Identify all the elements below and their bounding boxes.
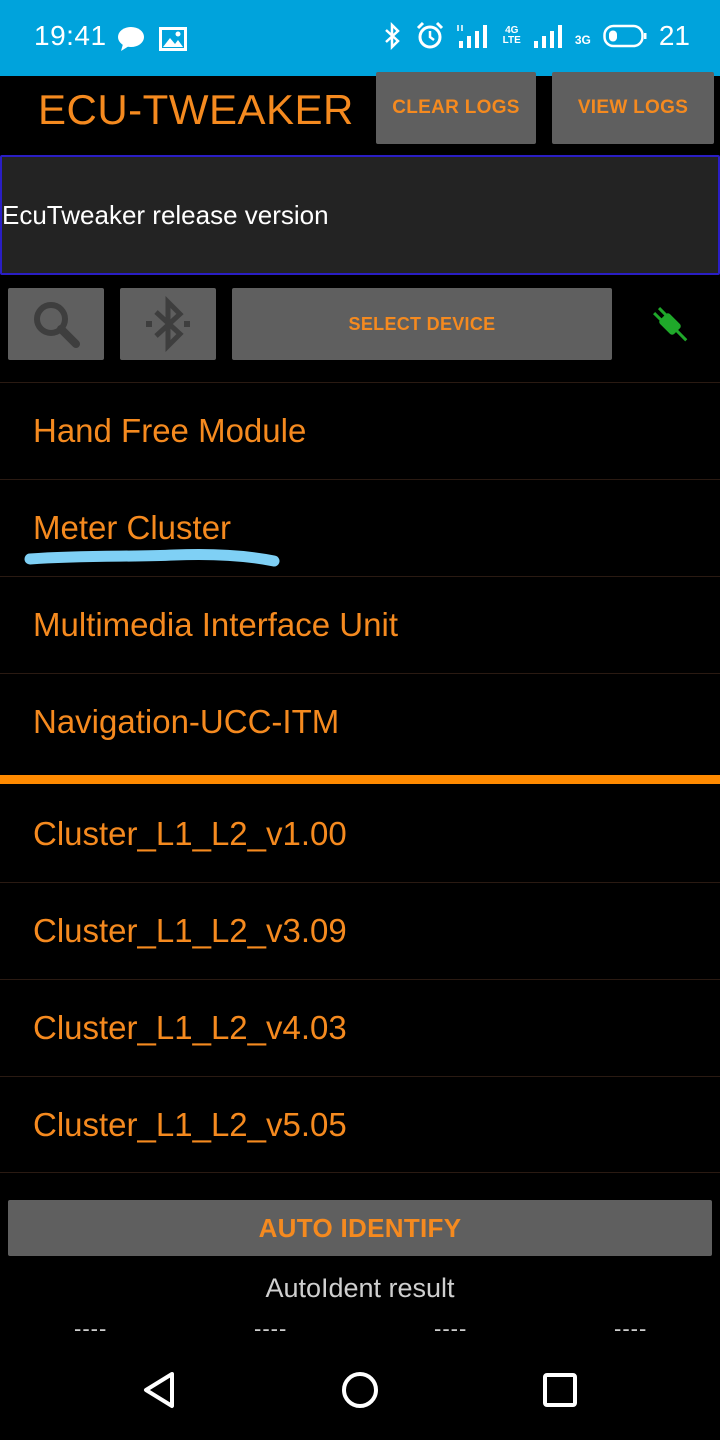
autoident-value: ---- bbox=[434, 1316, 468, 1341]
navigation-bar bbox=[0, 1340, 720, 1440]
recents-icon[interactable] bbox=[532, 1362, 588, 1418]
status-bar: 19:41 4G LTE 3G 21 bbox=[0, 0, 720, 76]
list-item[interactable]: Cluster_L1_L2_v5.05 bbox=[0, 1076, 720, 1173]
system-icons: 4G LTE 3G 21 bbox=[383, 20, 690, 52]
list-item[interactable]: Multimedia Interface Unit bbox=[0, 576, 720, 673]
log-text: EcuTweaker release version bbox=[2, 199, 329, 230]
bluetooth-icon bbox=[146, 296, 190, 352]
signal-icon bbox=[533, 25, 562, 48]
back-icon[interactable] bbox=[132, 1362, 188, 1418]
list-item-label: Navigation-UCC-ITM bbox=[33, 703, 340, 740]
clear-logs-button[interactable]: CLEAR LOGS bbox=[376, 72, 536, 144]
chat-icon bbox=[118, 27, 144, 51]
list-item-label: Multimedia Interface Unit bbox=[33, 606, 398, 643]
list-item[interactable]: Navigation-UCC-ITM bbox=[0, 673, 720, 770]
autoident-value: ---- bbox=[74, 1316, 108, 1341]
bluetooth-icon bbox=[384, 22, 400, 50]
image-icon bbox=[159, 27, 187, 51]
list-item[interactable]: Cluster_L1_L2_v4.03 bbox=[0, 979, 720, 1076]
bluetooth-button[interactable] bbox=[120, 288, 216, 360]
clock: 19:41 bbox=[34, 20, 107, 51]
list-item-label: Cluster_L1_L2_v3.09 bbox=[33, 912, 347, 949]
list-divider bbox=[0, 775, 720, 784]
network-type: 4G LTE bbox=[503, 26, 521, 46]
app-title: ECU-TWEAKER bbox=[38, 86, 354, 133]
list-item-label: Hand Free Module bbox=[33, 412, 307, 449]
log-output: EcuTweaker release version bbox=[0, 155, 720, 275]
list-item-label: Meter Cluster bbox=[33, 509, 232, 546]
list-item-label: Cluster_L1_L2_v1.00 bbox=[33, 814, 347, 852]
home-icon[interactable] bbox=[332, 1362, 388, 1418]
list-item-label: Cluster_L1_L2_v4.03 bbox=[33, 1009, 347, 1046]
autoident-value: ---- bbox=[614, 1316, 648, 1341]
search-icon bbox=[34, 302, 80, 348]
list-item[interactable]: Hand Free Module bbox=[0, 382, 720, 479]
autoident-value: ---- bbox=[254, 1316, 288, 1341]
highlight-underline bbox=[24, 548, 280, 567]
search-button[interactable] bbox=[8, 288, 104, 360]
version-list: Cluster_L1_L2_v1.00 Cluster_L1_L2_v3.09 … bbox=[0, 785, 720, 1173]
alarm-icon bbox=[416, 21, 443, 49]
network-lte-label: LTE bbox=[502, 35, 521, 46]
select-device-button[interactable]: SELECT DEVICE bbox=[232, 288, 612, 360]
view-logs-button[interactable]: VIEW LOGS bbox=[552, 72, 714, 144]
list-item[interactable]: Cluster_L1_L2_v1.00 bbox=[0, 785, 720, 882]
notification-icons bbox=[117, 26, 187, 52]
battery-level: 21 bbox=[658, 20, 690, 51]
battery-icon bbox=[603, 24, 647, 48]
auto-identify-button[interactable]: AUTO IDENTIFY bbox=[8, 1200, 712, 1256]
module-list: Hand Free Module Meter Cluster Multimedi… bbox=[0, 382, 720, 770]
plug-icon[interactable] bbox=[646, 300, 694, 348]
autoident-result-label: AutoIdent result bbox=[265, 1273, 455, 1303]
list-item[interactable]: Cluster_L1_L2_v3.09 bbox=[0, 882, 720, 979]
network-3g-label: 3G bbox=[574, 33, 591, 47]
list-item-label: Cluster_L1_L2_v5.05 bbox=[33, 1105, 347, 1143]
signal-icon bbox=[456, 25, 487, 48]
